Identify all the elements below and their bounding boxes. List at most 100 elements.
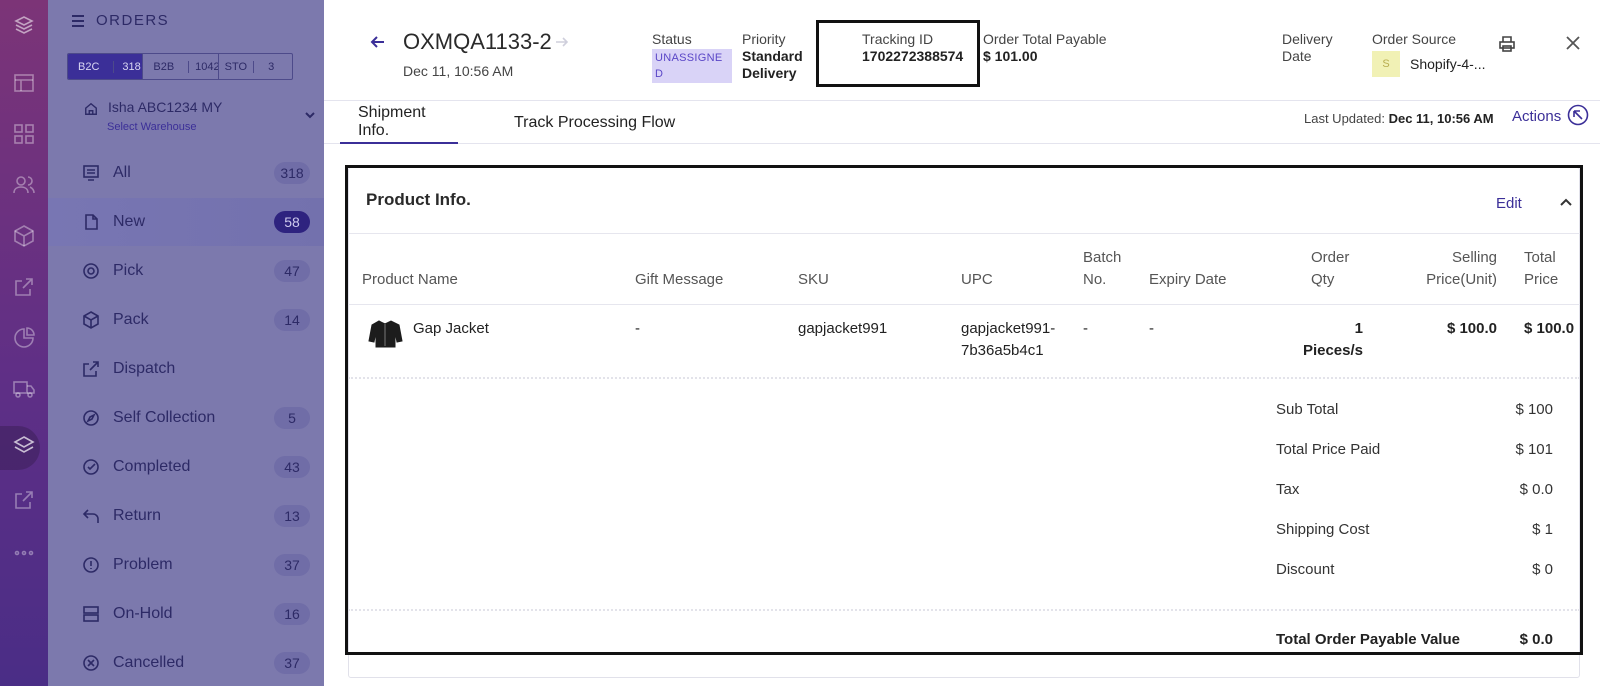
col-product-name: Product Name (362, 271, 458, 288)
count-badge: 58 (274, 211, 310, 233)
back-arrow-icon[interactable] (368, 32, 388, 52)
sidebar-item-new[interactable]: New 58 (48, 198, 324, 246)
segment-sto[interactable]: STO 3 (219, 54, 292, 79)
tax-value: $ 0.0 (1519, 481, 1553, 498)
divider (348, 609, 1580, 611)
batch-no: - (1083, 320, 1088, 337)
compass-icon (83, 410, 99, 426)
menu-icon[interactable] (70, 13, 86, 29)
tab-shipment-info[interactable]: Shipment Info. (340, 101, 458, 144)
actions-arrow-icon[interactable] (1567, 104, 1589, 126)
shopify-icon: S (1372, 51, 1400, 77)
store-icon[interactable] (0, 63, 48, 103)
sidebar-header: ORDERS (70, 12, 169, 29)
warehouse-selector[interactable]: Isha ABC1234 MY Select Warehouse (84, 99, 316, 139)
order-header: OXMQA1133-2 Dec 11, 10:56 AM Status UNAS… (324, 0, 1600, 101)
alert-icon (83, 557, 99, 573)
home-icon (85, 102, 97, 115)
x-circle-icon (83, 655, 99, 671)
sidebar-item-self-collection[interactable]: Self Collection 5 (48, 394, 324, 442)
subtotal-value: $ 100 (1515, 401, 1553, 418)
forward-arrow-icon[interactable] (554, 34, 570, 50)
upc: gapjacket991- 7b36a5b4c1 (961, 320, 1056, 359)
sidebar-title: ORDERS (96, 12, 170, 29)
last-updated: Last Updated: Dec 11, 10:56 AM (1304, 111, 1494, 126)
priority-field: Priority Standard Delivery (742, 31, 803, 81)
order-source-chip: S Shopify-4-... (1372, 51, 1485, 77)
select-warehouse-link[interactable]: Select Warehouse (107, 121, 196, 133)
actions-button[interactable]: Actions (1512, 108, 1561, 125)
tax-label: Tax (1276, 481, 1300, 498)
layers-icon[interactable] (0, 426, 48, 470)
segment-b2c[interactable]: B2C 318 (68, 54, 144, 79)
chevron-down-icon (305, 112, 315, 119)
dashboard-icon[interactable] (0, 114, 48, 154)
col-gift-message: Gift Message (635, 271, 724, 288)
sidebar-item-all[interactable]: All 318 (48, 149, 324, 197)
sku: gapjacket991 (798, 320, 888, 337)
edit-button[interactable]: Edit (1496, 195, 1522, 212)
discount-value: $ 0 (1532, 561, 1553, 578)
order-id: OXMQA1133-2 (403, 29, 552, 54)
more-icon[interactable] (0, 533, 48, 573)
count-badge: 318 (274, 162, 310, 184)
sidebar-item-pack[interactable]: Pack 14 (48, 296, 324, 344)
product-info-card (348, 167, 1580, 678)
sidebar-item-pick[interactable]: Pick 47 (48, 247, 324, 295)
order-source-field: Order Source S Shopify-4-... (1372, 31, 1485, 77)
count-badge: 16 (274, 603, 310, 625)
sidebar-item-on-hold[interactable]: On-Hold 16 (48, 590, 324, 638)
order-total-field: Order Total Payable $ 101.00 (983, 31, 1107, 64)
tracking-id-value: 1702272388574 (862, 48, 964, 64)
subtotal-label: Sub Total (1276, 401, 1339, 418)
count-badge: 5 (274, 407, 310, 429)
sidebar-item-completed[interactable]: Completed 43 (48, 443, 324, 491)
col-total-price: Total Price (1524, 249, 1559, 288)
close-icon[interactable] (1565, 35, 1581, 51)
jacket-thumbnail (368, 320, 403, 348)
col-batch-no: Batch No. (1083, 249, 1122, 288)
pie-chart-icon[interactable] (0, 318, 48, 358)
external-link-icon[interactable] (0, 267, 48, 307)
shipping-cost-value: $ 1 (1532, 521, 1553, 538)
check-circle-icon (83, 459, 99, 475)
return-icon (82, 509, 99, 523)
divider (348, 377, 1580, 379)
total-price-paid-label: Total Price Paid (1276, 441, 1381, 458)
divider (348, 304, 1580, 305)
total-price: $ 100.0 (1524, 320, 1575, 337)
tab-track-processing-flow[interactable]: Track Processing Flow (514, 101, 675, 144)
col-order-qty: Order Qty (1311, 249, 1350, 288)
share-icon[interactable] (0, 480, 48, 520)
order-qty: 1 Pieces/s (1302, 320, 1363, 359)
users-icon[interactable] (0, 165, 48, 205)
logo-icon[interactable] (0, 5, 48, 45)
count-badge: 13 (274, 505, 310, 527)
order-type-segments: B2C 318 B2B 1042 STO 3 (67, 53, 293, 80)
product-info-title: Product Info. (366, 190, 471, 209)
total-payable-label: Total Order Payable Value (1276, 631, 1460, 648)
printer-icon[interactable] (1498, 35, 1516, 53)
product-name: Gap Jacket (413, 320, 489, 337)
sidebar-item-dispatch[interactable]: Dispatch (48, 345, 324, 393)
expiry-date: - (1149, 320, 1154, 337)
col-sku: SKU (798, 271, 829, 288)
package-icon (83, 311, 99, 329)
warehouse-name: Isha ABC1234 MY (108, 99, 223, 115)
order-date: Dec 11, 10:56 AM (403, 63, 514, 79)
segment-b2b[interactable]: B2B 1042 (143, 54, 219, 79)
discount-label: Discount (1276, 561, 1335, 578)
chevron-up-icon[interactable] (1559, 195, 1573, 209)
col-selling-price: Selling Price(Unit) (1426, 249, 1497, 288)
app-icon-rail (0, 0, 48, 686)
tracking-id-field: Tracking ID 1702272388574 (862, 31, 964, 64)
sidebar-item-problem[interactable]: Problem 37 (48, 541, 324, 589)
total-price-paid-value: $ 101 (1515, 441, 1553, 458)
box-icon[interactable] (0, 216, 48, 256)
count-badge: 37 (274, 652, 310, 674)
sidebar-item-cancelled[interactable]: Cancelled 37 (48, 639, 324, 686)
target-icon (83, 263, 99, 279)
sidebar-item-return[interactable]: Return 13 (48, 492, 324, 540)
truck-icon[interactable] (0, 369, 48, 409)
status-badge: UNASSIGNED (652, 49, 732, 83)
